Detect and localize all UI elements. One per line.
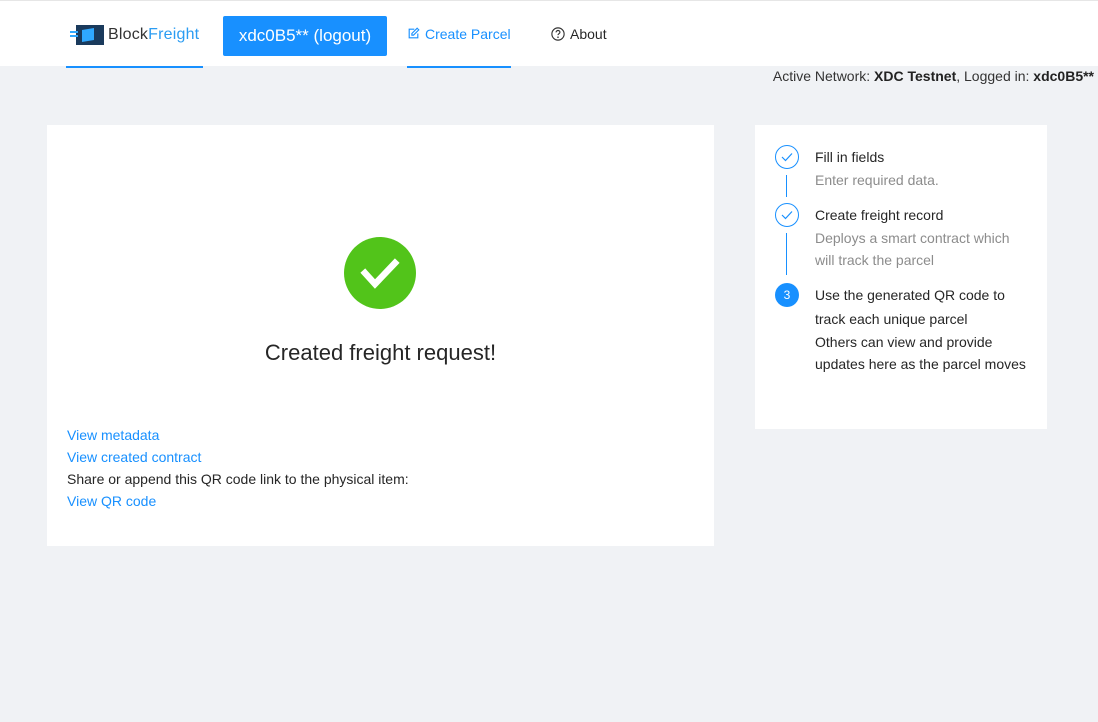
result-title: Created freight request! — [264, 340, 497, 365]
network-name: XDC Testnet — [874, 68, 957, 84]
top-navbar: BlockFreight xdc0B5** (logout) Create Pa… — [0, 0, 1098, 68]
logo-menu-item[interactable]: BlockFreight — [66, 1, 203, 68]
menu-create-parcel-label: Create Parcel — [425, 26, 511, 42]
step-title: Fill in fields — [815, 149, 885, 165]
menu-about[interactable]: About — [551, 1, 607, 68]
step-description: Deploys a smart contract which will trac… — [815, 230, 1010, 268]
blockfreight-logo[interactable]: BlockFreight — [70, 25, 200, 45]
steps-card: Fill in fields Enter required data. Crea… — [755, 125, 1047, 429]
step-title: Use the generated QR code to track each … — [815, 287, 1005, 327]
view-contract-link[interactable]: View created contract — [67, 446, 409, 468]
step-connector — [786, 233, 787, 275]
step-description: Others can view and provide updates here… — [815, 334, 1026, 372]
view-metadata-link[interactable]: View metadata — [67, 424, 409, 446]
step-connector — [786, 175, 787, 197]
check-circle-icon — [344, 237, 416, 309]
menu-create-parcel[interactable]: Create Parcel — [407, 1, 511, 68]
menu-about-label: About — [570, 26, 607, 42]
logo-text: BlockFreight — [108, 26, 200, 43]
edit-icon — [408, 27, 420, 39]
view-qr-link[interactable]: View QR code — [67, 490, 409, 512]
logout-button[interactable]: xdc0B5** (logout) — [223, 16, 387, 56]
step-check-icon — [775, 203, 799, 227]
logo-cube-icon — [70, 25, 104, 45]
step-check-icon — [775, 145, 799, 169]
question-circle-icon — [551, 27, 565, 41]
step-number-badge: 3 — [775, 283, 799, 307]
result-links: View metadata View created contract Shar… — [67, 424, 409, 512]
step-title: Create freight record — [815, 207, 944, 223]
result-card: Created freight request! View metadata V… — [47, 125, 714, 546]
network-status: Active Network: XDC Testnet, Logged in: … — [772, 68, 1094, 84]
step-description: Enter required data. — [815, 172, 939, 188]
logged-in-user: xdc0B5** — [1033, 68, 1094, 84]
share-instructions: Share or append this QR code link to the… — [67, 471, 409, 487]
